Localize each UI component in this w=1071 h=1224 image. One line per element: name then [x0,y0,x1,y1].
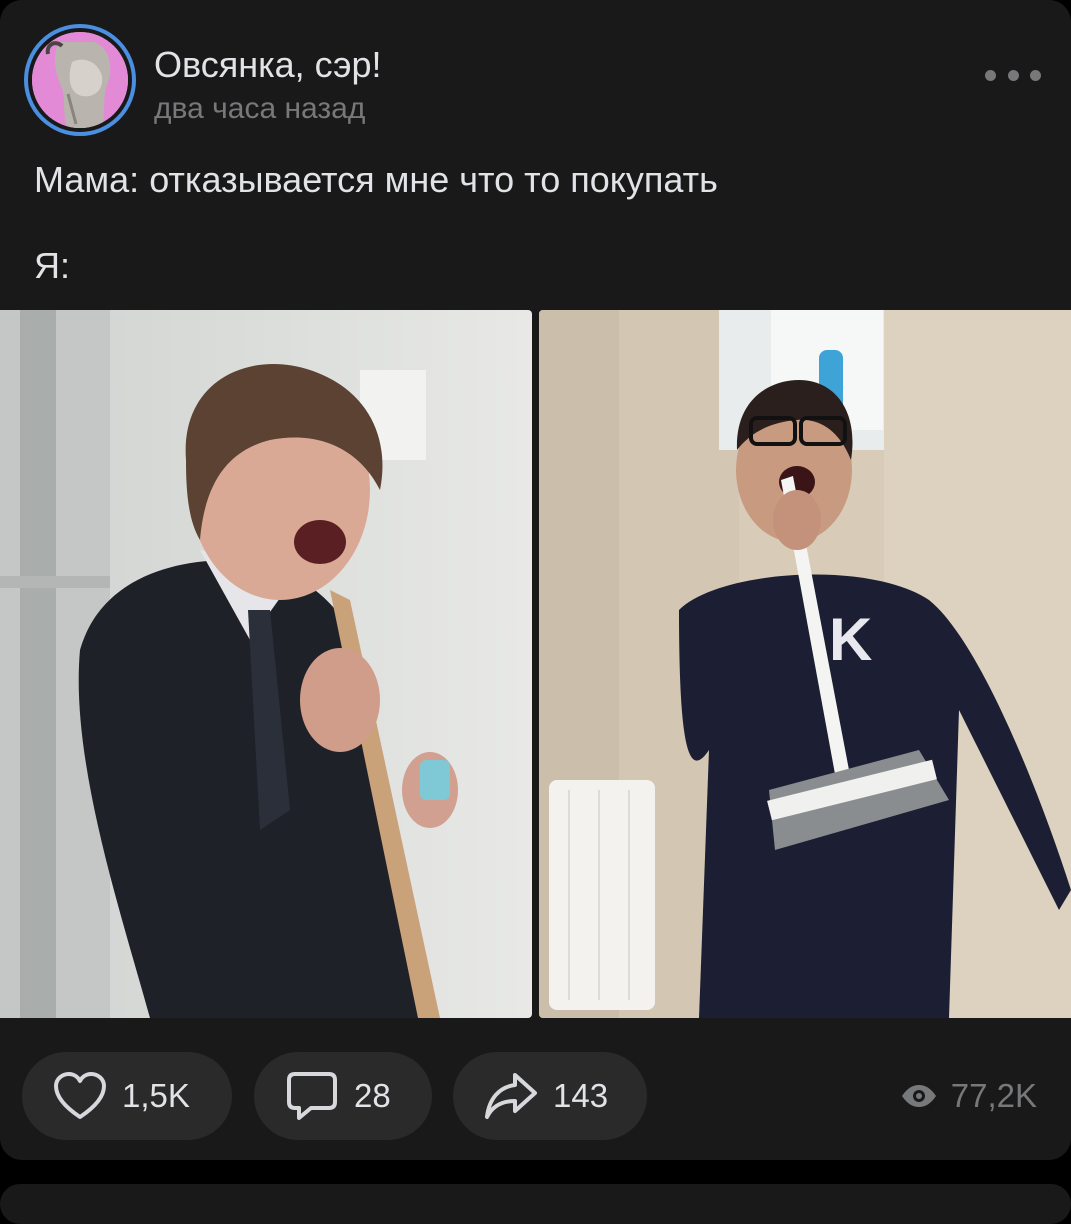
post-text-line-1: Мама: отказывается мне что то покупать [34,159,718,200]
post-photo-1[interactable] [0,310,532,1018]
post-photo-2[interactable]: K [539,310,1071,1018]
share-count: 143 [553,1077,609,1114]
share-arrow-icon [483,1068,539,1124]
comment-icon [284,1068,340,1124]
post-text-line-2: Я: [34,245,70,286]
author-avatar[interactable] [24,24,136,136]
avatar-image [32,32,128,128]
views-counter: 77,2K [899,1076,1037,1116]
like-count: 1,5K [122,1077,190,1114]
svg-text:K: K [829,606,872,673]
heart-icon [52,1068,108,1124]
like-button[interactable]: 1,5K [22,1052,232,1140]
next-post-card [0,1184,1071,1224]
post-card: Овсянка, сэр! два часа назад Мама: отказ… [0,0,1071,1160]
share-button[interactable]: 143 [453,1052,647,1140]
more-options-button[interactable] [985,60,1041,90]
views-count: 77,2K [950,1077,1037,1114]
author-name[interactable]: Овсянка, сэр! [154,44,381,86]
post-time[interactable]: два часа назад [154,92,365,126]
more-horizontal-icon [985,69,996,81]
comment-button[interactable]: 28 [254,1052,432,1140]
comment-count: 28 [354,1077,391,1114]
eye-icon [899,1076,939,1116]
